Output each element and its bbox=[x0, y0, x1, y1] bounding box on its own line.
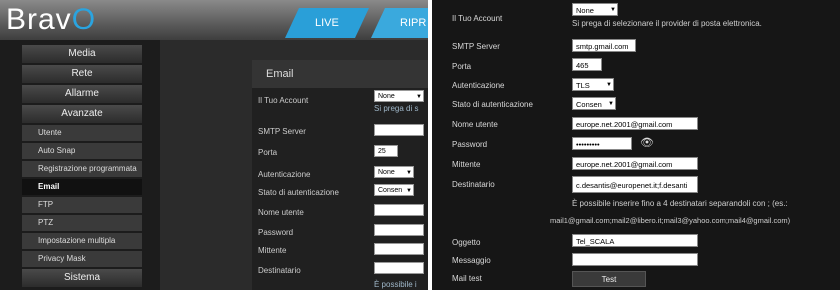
label-mail-test: Mail test bbox=[452, 274, 482, 283]
account-select[interactable]: None bbox=[572, 3, 618, 17]
sidebar-subitem-privacy-mask[interactable]: Privacy Mask bbox=[22, 251, 142, 267]
label-mittente: Mittente bbox=[452, 160, 481, 169]
sidebar-item-rete[interactable]: Rete bbox=[22, 65, 142, 83]
password-input[interactable] bbox=[374, 224, 424, 236]
sidebar-subitem-utente[interactable]: Utente bbox=[22, 125, 142, 141]
right-screenshot-panel: None Il Tuo Account Si prega di selezion… bbox=[432, 0, 840, 290]
mittente-input[interactable]: europe.net.2001@gmail.com bbox=[572, 157, 698, 170]
tab-riproduzione[interactable]: RIPR bbox=[371, 8, 428, 38]
content-area: Email Il Tuo Account None Si prega di s … bbox=[160, 40, 428, 290]
porta-input[interactable]: 465 bbox=[572, 58, 602, 71]
label-stato: Stato di autenticazione bbox=[452, 100, 533, 109]
label-messaggio: Messaggio bbox=[452, 256, 491, 265]
sidebar-subitem-registrazione[interactable]: Registrazione programmata bbox=[22, 161, 142, 177]
smtp-input[interactable]: smtp.gmail.com bbox=[572, 39, 636, 52]
sidebar-item-allarme[interactable]: Allarme bbox=[22, 85, 142, 103]
password-input[interactable]: ••••••••• bbox=[572, 137, 632, 150]
destinatario-hint-line1: È possibile inserire fino a 4 destinatar… bbox=[572, 199, 788, 208]
left-screenshot-panel: BravO LIVE RIPR Media Rete Allarme Avanz… bbox=[0, 0, 428, 290]
label-destinatario: Destinatario bbox=[258, 266, 301, 275]
smtp-input[interactable] bbox=[374, 124, 424, 136]
auth-select[interactable]: None bbox=[374, 166, 414, 179]
sidebar: Media Rete Allarme Avanzate Utente Auto … bbox=[22, 45, 142, 289]
auth-select[interactable]: TLS bbox=[572, 78, 614, 92]
nome-utente-input[interactable] bbox=[374, 204, 424, 216]
sidebar-item-avanzate[interactable]: Avanzate bbox=[22, 105, 142, 123]
account-hint: Si prega di s bbox=[374, 104, 419, 113]
oggetto-input[interactable]: Tel_SCALA bbox=[572, 234, 698, 247]
sidebar-subitem-ptz[interactable]: PTZ bbox=[22, 215, 142, 231]
account-hint: Si prega di selezionare il provider di p… bbox=[572, 19, 762, 28]
label-porta: Porta bbox=[258, 148, 278, 157]
label-autenticazione: Autenticazione bbox=[258, 170, 311, 179]
label-nome-utente: Nome utente bbox=[452, 120, 498, 129]
messaggio-input[interactable] bbox=[572, 253, 698, 266]
sidebar-subitem-email[interactable]: Email bbox=[22, 179, 142, 195]
label-oggetto: Oggetto bbox=[452, 238, 481, 247]
label-smtp: SMTP Server bbox=[452, 42, 500, 51]
destinatario-input[interactable]: c.desantis@europenet.it;f.desanti bbox=[572, 176, 698, 193]
sidebar-item-media[interactable]: Media bbox=[22, 45, 142, 63]
destinatario-input[interactable] bbox=[374, 262, 424, 274]
email-box-title: Email bbox=[252, 60, 428, 88]
label-tuo-account: Il Tuo Account bbox=[452, 14, 503, 23]
stato-select[interactable]: Consen bbox=[374, 184, 414, 197]
destinatario-hint-line2: mail1@gmail.com;mail2@libero.it;mail3@ya… bbox=[550, 216, 791, 225]
label-tuo-account: Il Tuo Account bbox=[258, 96, 309, 105]
sidebar-subitem-impostazione-multipla[interactable]: Impostazione multipla bbox=[22, 233, 142, 249]
label-porta: Porta bbox=[452, 62, 472, 71]
label-password: Password bbox=[452, 140, 488, 149]
mittente-input[interactable] bbox=[374, 243, 424, 255]
test-button[interactable]: Test bbox=[572, 271, 646, 287]
stato-select[interactable]: Consen bbox=[572, 97, 616, 111]
label-destinatario: Destinatario bbox=[452, 180, 495, 189]
brand-logo: BravO bbox=[6, 3, 97, 36]
tab-live[interactable]: LIVE bbox=[285, 8, 369, 38]
label-smtp: SMTP Server bbox=[258, 127, 306, 136]
porta-input[interactable]: 25 bbox=[374, 145, 398, 157]
label-mittente: Mittente bbox=[258, 246, 287, 255]
account-select[interactable]: None bbox=[374, 90, 424, 103]
label-stato: Stato di autenticazione bbox=[258, 188, 339, 197]
sidebar-subitem-auto-snap[interactable]: Auto Snap bbox=[22, 143, 142, 159]
destinatario-hint: È possibile i bbox=[374, 280, 417, 289]
label-autenticazione: Autenticazione bbox=[452, 81, 505, 90]
email-settings-box: Email Il Tuo Account None Si prega di s … bbox=[252, 60, 428, 290]
eye-icon[interactable]: 👁 bbox=[640, 136, 654, 149]
top-bar: BravO LIVE RIPR bbox=[0, 0, 428, 40]
label-password: Password bbox=[258, 228, 294, 237]
sidebar-subitem-ftp[interactable]: FTP bbox=[22, 197, 142, 213]
sidebar-item-sistema[interactable]: Sistema bbox=[22, 269, 142, 287]
label-nome-utente: Nome utente bbox=[258, 208, 304, 217]
nome-utente-input[interactable]: europe.net.2001@gmail.com bbox=[572, 117, 698, 130]
